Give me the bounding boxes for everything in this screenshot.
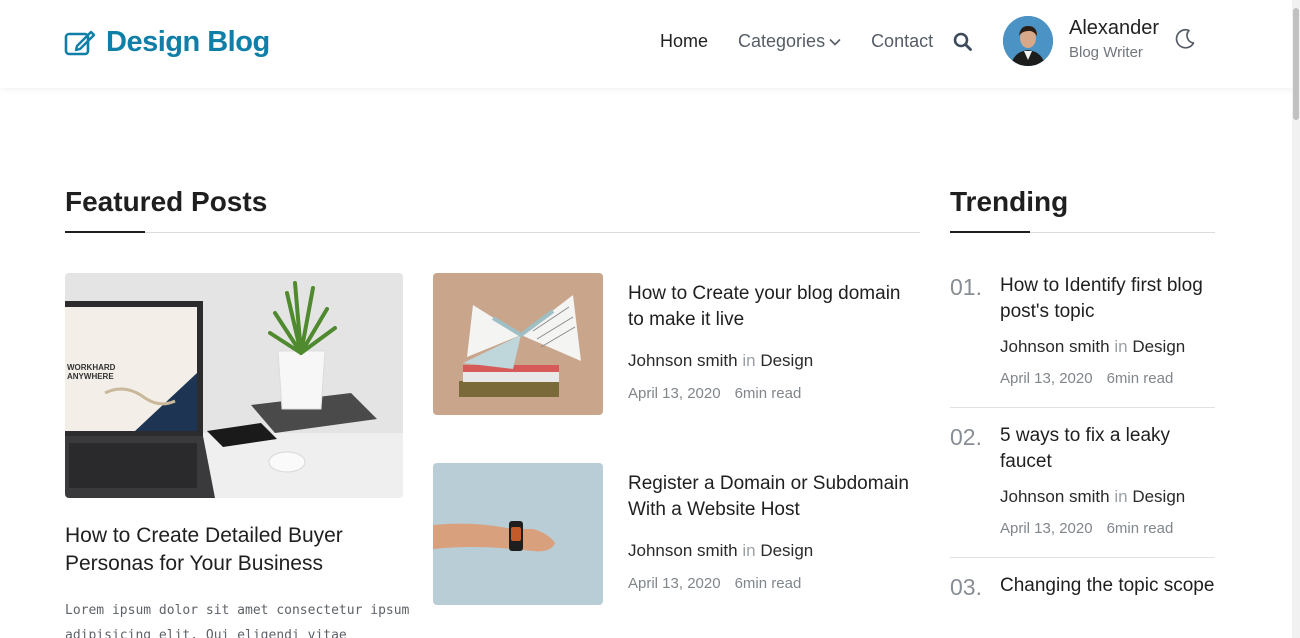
trending-2-meta: April 13, 2020 6min read (1000, 520, 1173, 537)
nav-home[interactable]: Home (660, 31, 708, 52)
edit-square-icon (64, 30, 96, 55)
post-2-image[interactable] (433, 463, 603, 605)
featured-main-title[interactable]: How to Create Detailed Buyer Personas fo… (65, 522, 395, 578)
post-2-author[interactable]: Johnson smith (628, 541, 738, 560)
post-1-category[interactable]: Design (760, 351, 813, 370)
featured-divider (65, 232, 920, 233)
featured-accent (65, 231, 145, 233)
featured-main-image[interactable]: WORKHARD ANYWHERE (65, 273, 403, 498)
trending-2-category[interactable]: Design (1132, 487, 1185, 506)
post-2-read-time: 6min read (734, 575, 802, 592)
trending-1-read-time: 6min read (1106, 370, 1174, 387)
post-1-meta: April 13, 2020 6min read (628, 385, 801, 402)
trending-1-in: in (1114, 337, 1128, 356)
trending-2-in: in (1114, 487, 1128, 506)
nav-contact[interactable]: Contact (871, 31, 933, 52)
trending-1-author[interactable]: Johnson smith (1000, 337, 1110, 356)
featured-main-excerpt: Lorem ipsum dolor sit amet consectetur i… (65, 603, 410, 638)
trending-heading: Trending (950, 186, 1069, 217)
trending-2-byline: Johnson smith in Design (1000, 487, 1185, 507)
trending-1-category[interactable]: Design (1132, 337, 1185, 356)
user-role: Blog Writer (1069, 44, 1143, 61)
trending-1-number: 01. (950, 274, 982, 300)
open-book-image (433, 273, 603, 415)
post-2-meta: April 13, 2020 6min read (628, 575, 801, 592)
page-scrollbar[interactable] (1292, 0, 1300, 638)
featured-heading: Featured Posts (65, 186, 268, 217)
laptop-screen-text-1: WORKHARD (67, 363, 116, 372)
post-1-title[interactable]: How to Create your blog domain to make i… (628, 281, 918, 333)
post-2-date: April 13, 2020 (628, 575, 721, 592)
moon-icon[interactable] (1174, 28, 1196, 50)
trending-2-date: April 13, 2020 (1000, 520, 1093, 537)
brand-name: Design Blog (106, 26, 270, 58)
wristwatch-arm-image (433, 463, 603, 605)
nav-contact-label: Contact (871, 31, 934, 51)
post-1-read-time: 6min read (734, 385, 802, 402)
search-icon[interactable] (953, 32, 973, 52)
post-1-byline: Johnson smith in Design (628, 351, 813, 371)
trending-accent (950, 231, 1030, 233)
nav-categories[interactable]: Categories (738, 31, 841, 52)
main-nav: Home Categories Contact (660, 31, 963, 52)
trending-2-read-time: 6min read (1106, 520, 1174, 537)
trending-divider-2 (950, 557, 1215, 558)
post-1-in: in (742, 351, 756, 370)
chevron-down-icon (829, 38, 841, 46)
laptop-desk-image: WORKHARD ANYWHERE (65, 273, 403, 498)
post-2-title[interactable]: Register a Domain or Subdomain With a We… (628, 471, 918, 523)
post-1-date: April 13, 2020 (628, 385, 721, 402)
post-1-author[interactable]: Johnson smith (628, 351, 738, 370)
post-1-image[interactable] (433, 273, 603, 415)
trending-2-title[interactable]: 5 ways to fix a leaky faucet (1000, 423, 1215, 475)
post-2-byline: Johnson smith in Design (628, 541, 813, 561)
trending-2-number: 02. (950, 424, 982, 450)
user-name[interactable]: Alexander (1069, 17, 1159, 40)
post-2-category[interactable]: Design (760, 541, 813, 560)
nav-home-label: Home (660, 31, 709, 51)
avatar[interactable] (1003, 16, 1053, 66)
nav-categories-label: Categories (738, 31, 826, 51)
trending-1-date: April 13, 2020 (1000, 370, 1093, 387)
avatar-image (1003, 16, 1053, 66)
trending-3-title[interactable]: Changing the topic scope (1000, 573, 1215, 599)
trending-1-meta: April 13, 2020 6min read (1000, 370, 1173, 387)
post-2-in: in (742, 541, 756, 560)
trending-2-author[interactable]: Johnson smith (1000, 487, 1110, 506)
site-header: Design Blog Home Categories Contact Alex… (0, 0, 1300, 88)
scrollbar-thumb[interactable] (1293, 8, 1299, 120)
brand-logo[interactable]: Design Blog (64, 26, 270, 59)
laptop-screen-text-2: ANYWHERE (67, 372, 114, 381)
trending-divider-1 (950, 407, 1215, 408)
trending-1-title[interactable]: How to Identify first blog post's topic (1000, 273, 1215, 325)
trending-3-number: 03. (950, 574, 982, 600)
trending-1-byline: Johnson smith in Design (1000, 337, 1185, 357)
